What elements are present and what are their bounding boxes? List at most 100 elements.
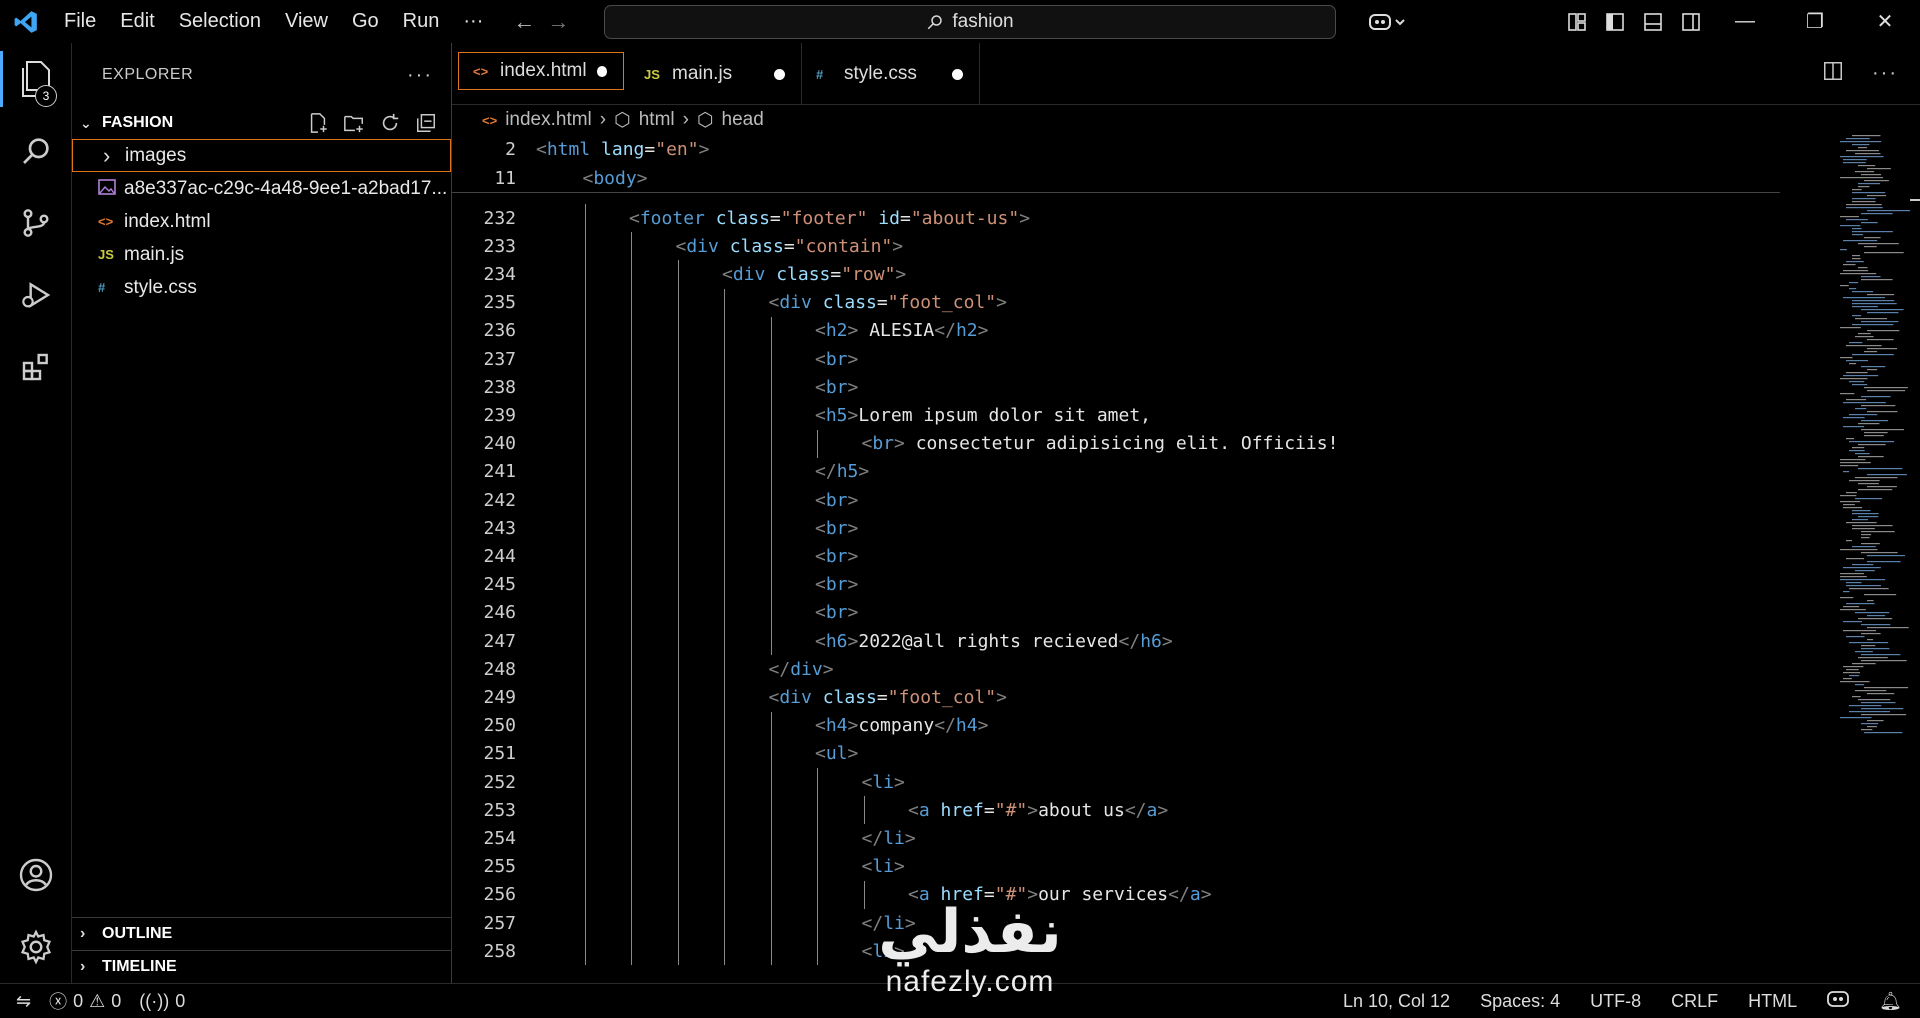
unsaved-dot-icon[interactable] — [774, 68, 785, 80]
menu-item[interactable]: File — [52, 0, 108, 43]
run-debug-icon[interactable] — [0, 259, 72, 331]
explorer-header: EXPLORER ··· — [72, 43, 451, 107]
outline-section-header[interactable]: › OUTLINE — [72, 917, 452, 950]
line-number: 243 — [483, 517, 516, 539]
code-editor[interactable]: 232 <footer class="footer" id="about-us">… — [452, 135, 1772, 983]
minimap-line — [1843, 270, 1869, 272]
file-item[interactable]: › images — [72, 139, 451, 172]
line-number: 237 — [483, 348, 516, 370]
minimap-line — [1867, 294, 1895, 296]
language-mode[interactable]: HTML — [1748, 991, 1797, 1012]
breadcrumb-item[interactable]: index.html — [505, 109, 592, 131]
tab-main-js[interactable]: JS main.js — [630, 43, 802, 105]
minimap-line — [1840, 465, 1859, 467]
tab-style-css[interactable]: # style.css — [802, 43, 980, 105]
folder-actions — [305, 111, 451, 135]
line-number: 244 — [483, 545, 516, 567]
folder-section-header[interactable]: ⌄ FASHION — [72, 107, 451, 139]
restore-button[interactable]: ❐ — [1780, 0, 1850, 43]
code-text: <li> — [861, 771, 905, 793]
copilot-status-icon[interactable] — [1827, 990, 1850, 1013]
menu-item[interactable]: ··· — [451, 0, 495, 43]
sticky-line[interactable]: 2 <html lang="en"> — [452, 135, 1772, 163]
menu-item[interactable]: Selection — [167, 0, 273, 43]
minimap-line — [1852, 513, 1879, 515]
minimap-line — [1867, 693, 1895, 695]
minimap[interactable] — [1780, 135, 1920, 983]
menu-item[interactable]: Edit — [108, 0, 166, 43]
new-folder-icon[interactable] — [341, 111, 367, 135]
back-arrow-icon[interactable]: ← — [513, 9, 535, 35]
minimap-line — [1852, 192, 1886, 194]
js-file-icon: JS — [98, 247, 114, 262]
breadcrumb-item[interactable]: head — [722, 109, 764, 131]
file-item[interactable]: # style.css — [72, 271, 451, 304]
source-control-icon[interactable] — [0, 187, 72, 259]
minimap-line — [1858, 657, 1888, 659]
minimap-line — [1846, 345, 1882, 347]
indentation[interactable]: Spaces: 4 — [1480, 991, 1560, 1012]
sticky-line[interactable]: 11 <body> — [452, 164, 1772, 192]
ports-indicator[interactable]: ((·)) 0 — [139, 991, 185, 1012]
new-file-icon[interactable] — [305, 111, 331, 135]
command-center-search[interactable]: fashion — [604, 5, 1336, 39]
forward-arrow-icon[interactable]: → — [547, 9, 569, 35]
manage-gear-icon[interactable] — [0, 911, 72, 983]
code-text: <footer class="footer" id="about-us"> — [629, 207, 1031, 229]
file-name: main.js — [124, 243, 185, 265]
minimap-line — [1861, 537, 1870, 539]
customize-layout-icon[interactable] — [1558, 0, 1596, 43]
minimap-line — [1861, 660, 1907, 662]
menu-item[interactable]: Run — [391, 0, 452, 43]
encoding[interactable]: UTF-8 — [1590, 991, 1641, 1012]
unsaved-dot-icon[interactable] — [952, 68, 963, 80]
collapse-all-icon[interactable] — [413, 111, 439, 135]
minimap-line — [1864, 687, 1909, 689]
cursor-position[interactable]: Ln 10, Col 12 — [1343, 991, 1450, 1012]
menu-item[interactable]: Go — [340, 0, 391, 43]
minimap-line — [1864, 246, 1877, 248]
remote-icon[interactable]: ⇋ — [16, 991, 31, 1012]
file-item[interactable]: <> index.html — [72, 205, 451, 238]
notifications-bell-icon[interactable]: 🔔︎ — [1879, 991, 1902, 1012]
file-item[interactable]: a8e337ac-c29c-4a48-9ee1-a2bad17... — [72, 172, 451, 205]
minimap-line — [1846, 360, 1869, 362]
breadcrumb-item[interactable]: html — [639, 109, 675, 131]
code-text: <h2> ALESIA</h2> — [815, 320, 989, 342]
minimap-line — [1840, 609, 1866, 611]
split-editor-icon[interactable] — [1822, 60, 1844, 88]
toggle-secondary-sidebar-icon[interactable] — [1672, 0, 1710, 43]
close-button[interactable]: ✕ — [1850, 0, 1920, 43]
status-right: Ln 10, Col 12 Spaces: 4 UTF-8 CRLF HTML … — [1343, 990, 1920, 1013]
problems-indicator[interactable]: ⓧ 0 ⚠ 0 — [49, 988, 121, 1014]
accounts-icon[interactable] — [0, 839, 72, 911]
menu-item[interactable]: View — [273, 0, 340, 43]
css-file-icon: # — [98, 280, 106, 295]
explorer-activity-icon[interactable]: 3 — [0, 43, 72, 115]
editor-area: <> index.html JS main.js # style.css ··· <> i… — [452, 43, 1920, 983]
minimap-line — [1843, 666, 1864, 668]
toggle-panel-icon[interactable] — [1634, 0, 1672, 43]
tab-index-html[interactable]: <> index.html — [458, 52, 624, 90]
toggle-primary-sidebar-icon[interactable] — [1596, 0, 1634, 43]
end-of-line[interactable]: CRLF — [1671, 991, 1718, 1012]
more-actions-icon[interactable]: ··· — [407, 64, 433, 87]
minimap-slider[interactable] — [1910, 199, 1920, 201]
line-number: 252 — [483, 771, 516, 793]
chevron-right-icon: › — [682, 109, 689, 130]
minimap-line — [1846, 438, 1855, 440]
more-actions-icon[interactable]: ··· — [1872, 62, 1898, 85]
minimap-line — [1843, 606, 1860, 608]
copilot-icon[interactable] — [1358, 0, 1418, 43]
minimap-line — [1867, 726, 1877, 728]
minimap-line — [1840, 285, 1849, 287]
timeline-section-header[interactable]: › TIMELINE — [72, 950, 452, 983]
minimize-button[interactable]: — — [1710, 0, 1780, 43]
code-text: </li> — [861, 912, 916, 934]
extensions-icon[interactable] — [0, 331, 72, 403]
refresh-icon[interactable] — [377, 111, 403, 135]
search-activity-icon[interactable] — [0, 115, 72, 187]
sticky-scroll[interactable]: 2 <html lang="en"> 11 <body> — [452, 135, 1780, 193]
file-item[interactable]: JS main.js — [72, 238, 451, 271]
unsaved-dot-icon[interactable] — [596, 65, 607, 77]
